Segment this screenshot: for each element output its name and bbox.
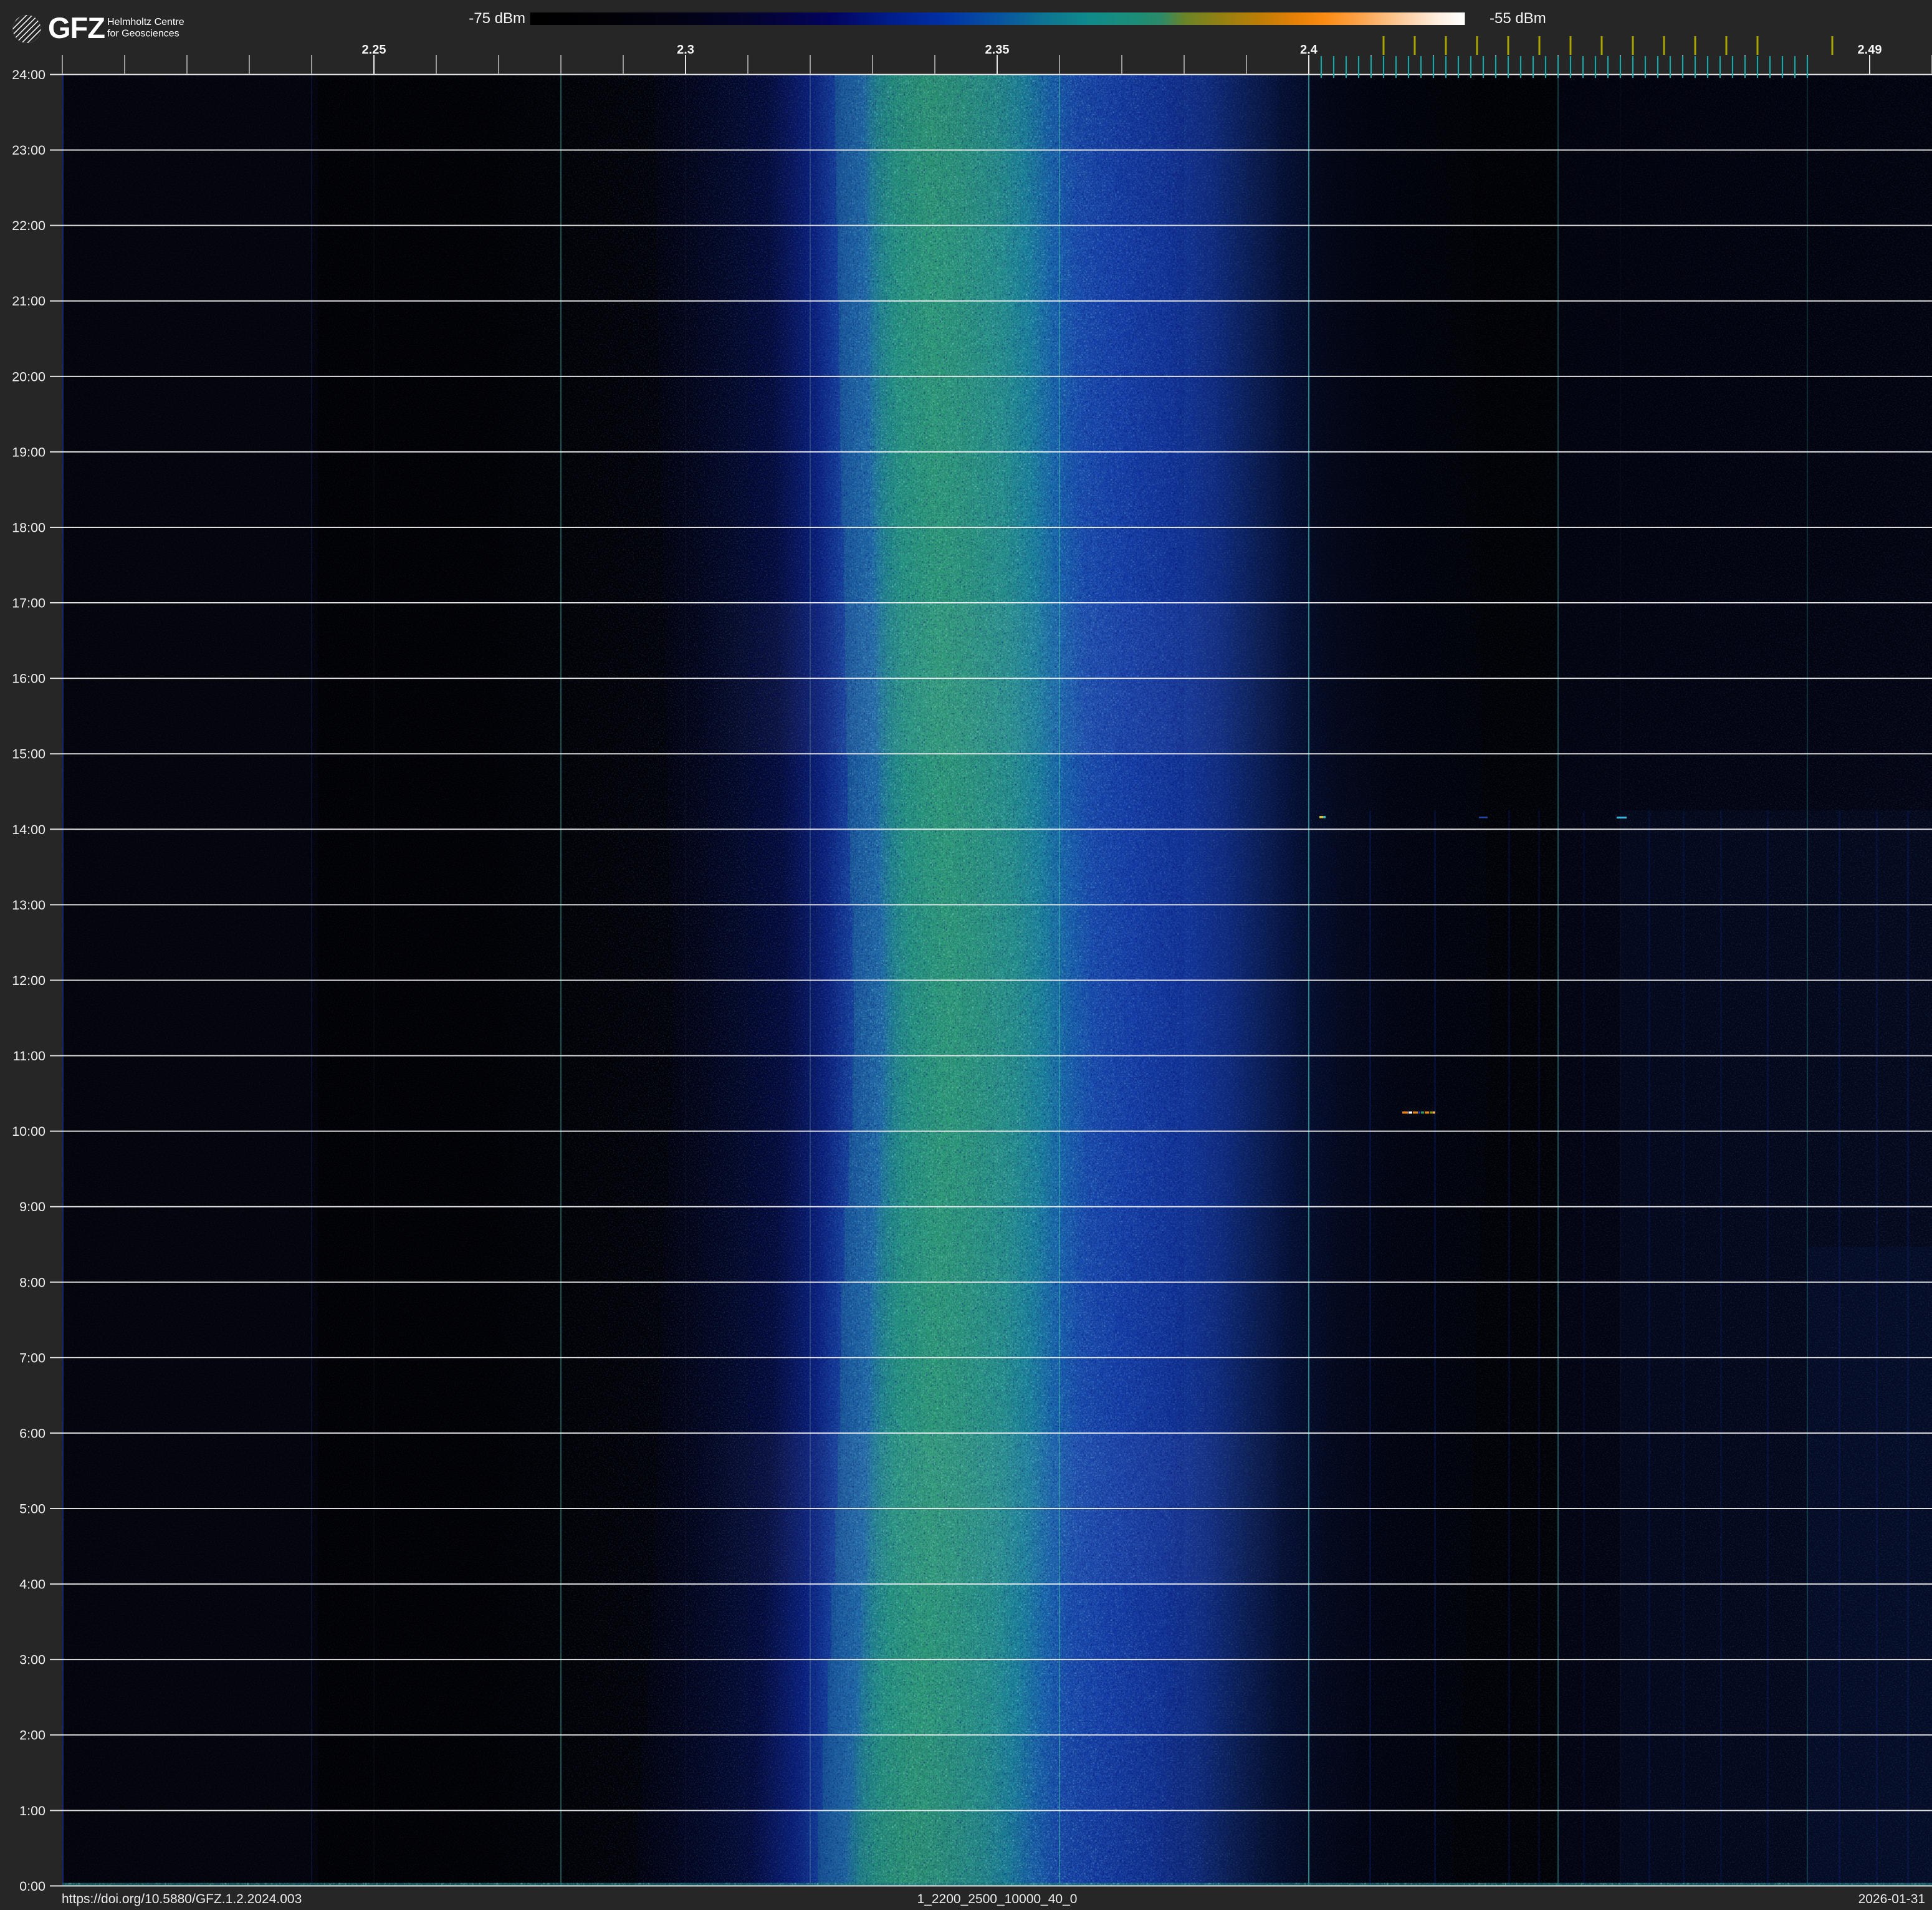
svg-text:9:00: 9:00 bbox=[19, 1199, 45, 1214]
svg-text:14:00: 14:00 bbox=[12, 822, 45, 837]
svg-text:12:00: 12:00 bbox=[12, 973, 45, 988]
svg-text:16:00: 16:00 bbox=[12, 671, 45, 686]
svg-text:24:00: 24:00 bbox=[12, 67, 45, 82]
svg-text:GFZ: GFZ bbox=[48, 11, 105, 44]
svg-text:1_2200_2500_10000_40_0: 1_2200_2500_10000_40_0 bbox=[917, 1892, 1078, 1906]
svg-text:17:00: 17:00 bbox=[12, 596, 45, 611]
svg-text:15:00: 15:00 bbox=[12, 747, 45, 762]
svg-text:Helmholtz Centre: Helmholtz Centre bbox=[107, 17, 184, 27]
svg-text:23:00: 23:00 bbox=[12, 143, 45, 158]
svg-text:21:00: 21:00 bbox=[12, 294, 45, 309]
svg-text:2.49: 2.49 bbox=[1858, 43, 1882, 57]
svg-text:1:00: 1:00 bbox=[19, 1803, 45, 1818]
svg-text:for Geosciences: for Geosciences bbox=[107, 29, 179, 39]
svg-text:2.25: 2.25 bbox=[362, 43, 386, 57]
svg-text:20:00: 20:00 bbox=[12, 369, 45, 384]
svg-text:-55 dBm: -55 dBm bbox=[1490, 10, 1546, 27]
svg-text:3:00: 3:00 bbox=[19, 1653, 45, 1668]
svg-text:2:00: 2:00 bbox=[19, 1728, 45, 1743]
svg-text:7:00: 7:00 bbox=[19, 1350, 45, 1365]
svg-text:https://doi.org/10.5880/GFZ.1.: https://doi.org/10.5880/GFZ.1.2.2024.003 bbox=[62, 1892, 302, 1906]
svg-text:10:00: 10:00 bbox=[12, 1124, 45, 1139]
svg-text:19:00: 19:00 bbox=[12, 444, 45, 459]
svg-text:22:00: 22:00 bbox=[12, 218, 45, 233]
svg-text:2.4: 2.4 bbox=[1300, 43, 1318, 57]
svg-text:6:00: 6:00 bbox=[19, 1426, 45, 1441]
svg-text:2.3: 2.3 bbox=[677, 43, 694, 57]
svg-text:2026-01-31: 2026-01-31 bbox=[1858, 1892, 1925, 1906]
svg-text:11:00: 11:00 bbox=[13, 1049, 45, 1063]
svg-text:-75 dBm: -75 dBm bbox=[469, 10, 525, 27]
svg-text:0:00: 0:00 bbox=[19, 1879, 45, 1894]
svg-text:4:00: 4:00 bbox=[19, 1577, 45, 1592]
svg-text:18:00: 18:00 bbox=[12, 520, 45, 535]
svg-text:2.35: 2.35 bbox=[985, 43, 1010, 57]
svg-text:13:00: 13:00 bbox=[12, 898, 45, 913]
svg-text:5:00: 5:00 bbox=[19, 1502, 45, 1517]
svg-text:8:00: 8:00 bbox=[19, 1275, 45, 1290]
